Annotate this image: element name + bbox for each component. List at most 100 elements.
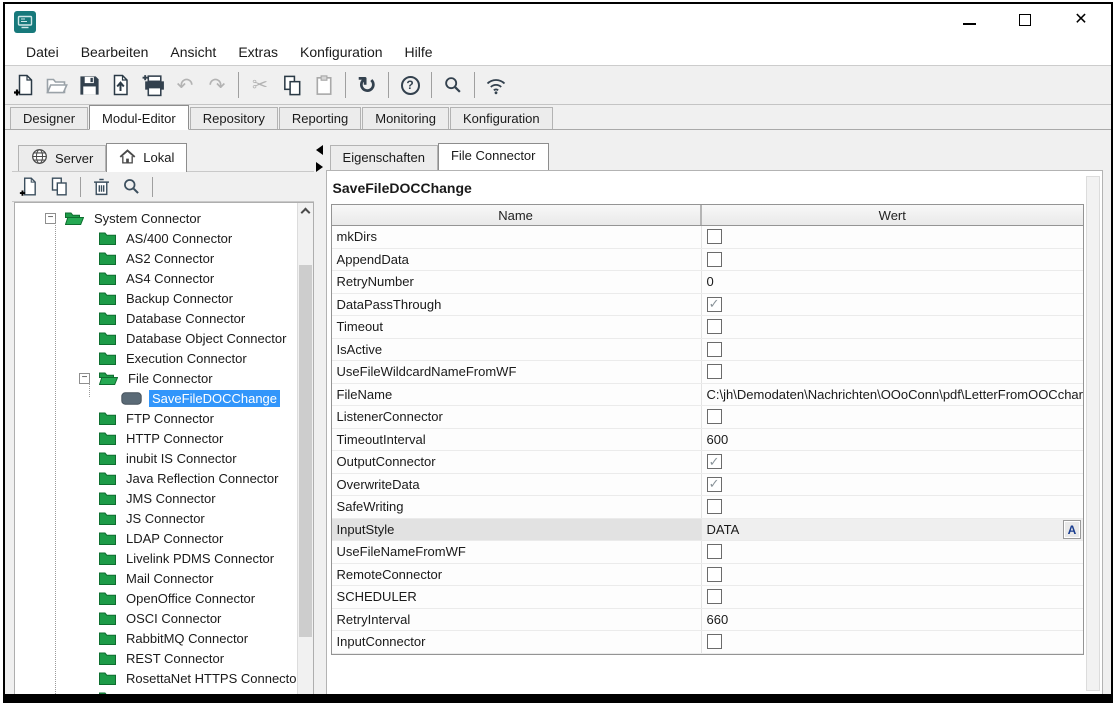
checkbox-unchecked-icon[interactable]	[707, 544, 722, 559]
property-row-mkdirs[interactable]: mkDirs	[332, 226, 1083, 249]
undo-icon[interactable]: ↶	[170, 70, 200, 100]
property-row-scheduler[interactable]: SCHEDULER	[332, 586, 1083, 609]
checkbox-unchecked-icon[interactable]	[707, 567, 722, 582]
delete-trash-icon[interactable]	[88, 174, 115, 200]
tree-item-as-400-connector[interactable]: AS/400 Connector	[15, 228, 297, 248]
checkbox-checked-icon[interactable]: ✓	[707, 297, 722, 312]
menu-bearbeiten[interactable]: Bearbeiten	[70, 41, 160, 63]
tree-item-database-object-connector[interactable]: Database Object Connector	[15, 328, 297, 348]
property-row-datapassthrough[interactable]: DataPassThrough✓	[332, 294, 1083, 317]
property-row-remoteconnector[interactable]: RemoteConnector	[332, 564, 1083, 587]
tree-item-ldap-connector[interactable]: LDAP Connector	[15, 528, 297, 548]
property-row-filename[interactable]: FileNameC:\jh\Demodaten\Nachrichten\OOoC…	[332, 384, 1083, 407]
checkbox-unchecked-icon[interactable]	[707, 342, 722, 357]
checkbox-unchecked-icon[interactable]	[707, 634, 722, 649]
property-row-listenerconnector[interactable]: ListenerConnector	[332, 406, 1083, 429]
tree-item-jms-connector[interactable]: JMS Connector	[15, 488, 297, 508]
tree-item-inubit-is-connector[interactable]: inubit IS Connector	[15, 448, 297, 468]
font-style-button[interactable]: A	[1063, 520, 1081, 539]
tree-item-backup-connector[interactable]: Backup Connector	[15, 288, 297, 308]
collapse-right-icon[interactable]	[316, 162, 323, 172]
menu-konfiguration[interactable]: Konfiguration	[289, 41, 394, 63]
tree-item-database-connector[interactable]: Database Connector	[15, 308, 297, 328]
property-row-overwritedata[interactable]: OverwriteData✓	[332, 474, 1083, 497]
tree-item-as2-connector[interactable]: AS2 Connector	[15, 248, 297, 268]
tree-item-savefiledocchange[interactable]: SaveFileDOCChange	[15, 388, 297, 408]
tree-item-livelink-pdms-connector[interactable]: Livelink PDMS Connector	[15, 548, 297, 568]
property-row-inputstyle[interactable]: InputStyleDATAA	[332, 519, 1083, 542]
minimize-icon[interactable]	[961, 12, 977, 28]
tab-server[interactable]: Server	[18, 145, 106, 171]
checkbox-unchecked-icon[interactable]	[707, 364, 722, 379]
panel-splitter[interactable]	[314, 130, 326, 697]
menu-extras[interactable]: Extras	[227, 41, 289, 63]
refresh-icon[interactable]: ↻	[352, 70, 382, 100]
checkbox-unchecked-icon[interactable]	[707, 252, 722, 267]
tree-item-java-reflection-connector[interactable]: Java Reflection Connector	[15, 468, 297, 488]
property-value-text[interactable]: 660	[707, 612, 729, 627]
cut-icon[interactable]: ✂	[245, 70, 275, 100]
tab-modul-editor[interactable]: Modul-Editor	[89, 105, 189, 130]
property-row-usefilenamefromwf[interactable]: UseFileNameFromWF	[332, 541, 1083, 564]
new-module-icon[interactable]	[16, 174, 43, 200]
property-row-outputconnector[interactable]: OutputConnector✓	[332, 451, 1083, 474]
menu-datei[interactable]: Datei	[15, 41, 70, 63]
property-row-appenddata[interactable]: AppendData	[332, 249, 1083, 272]
tree-item-rabbitmq-connector[interactable]: RabbitMQ Connector	[15, 628, 297, 648]
tree-item-js-connector[interactable]: JS Connector	[15, 508, 297, 528]
scroll-up-icon[interactable]	[298, 203, 313, 220]
tree-item-execution-connector[interactable]: Execution Connector	[15, 348, 297, 368]
menu-hilfe[interactable]: Hilfe	[394, 41, 444, 63]
wifi-icon[interactable]	[481, 70, 511, 100]
tab-konfiguration[interactable]: Konfiguration	[450, 107, 553, 129]
tab-lokal[interactable]: Lokal	[106, 143, 187, 172]
property-row-timeout[interactable]: Timeout	[332, 316, 1083, 339]
tab-reporting[interactable]: Reporting	[279, 107, 361, 129]
open-folder-icon[interactable]	[42, 70, 72, 100]
column-header-name[interactable]: Name	[332, 205, 702, 225]
copy-icon[interactable]	[277, 70, 307, 100]
checkbox-checked-icon[interactable]: ✓	[707, 454, 722, 469]
tree-item-ftp-connector[interactable]: FTP Connector	[15, 408, 297, 428]
close-icon[interactable]: ✕	[1073, 12, 1089, 28]
tree-item-http-connector[interactable]: HTTP Connector	[15, 428, 297, 448]
property-row-safewriting[interactable]: SafeWriting	[332, 496, 1083, 519]
help-icon[interactable]: ?	[395, 70, 425, 100]
checkbox-unchecked-icon[interactable]	[707, 589, 722, 604]
checkbox-unchecked-icon[interactable]	[707, 319, 722, 334]
checkbox-unchecked-icon[interactable]	[707, 499, 722, 514]
tree-item-file-connector[interactable]: −File Connector	[15, 368, 297, 388]
import-document-icon[interactable]	[106, 70, 136, 100]
property-row-isactive[interactable]: IsActive	[332, 339, 1083, 362]
tree-item-osci-connector[interactable]: OSCI Connector	[15, 608, 297, 628]
property-value-text[interactable]: 600	[707, 432, 729, 447]
property-row-timeoutinterval[interactable]: TimeoutInterval600	[332, 429, 1083, 452]
tree-item-openoffice-connector[interactable]: OpenOffice Connector	[15, 588, 297, 608]
checkbox-unchecked-icon[interactable]	[707, 229, 722, 244]
redo-icon[interactable]: ↷	[202, 70, 232, 100]
tab-eigenschaften[interactable]: Eigenschaften	[330, 145, 438, 170]
properties-scrollbar[interactable]	[1086, 176, 1100, 691]
print-icon[interactable]	[138, 70, 168, 100]
tree-scrollbar[interactable]	[297, 203, 313, 696]
menu-ansicht[interactable]: Ansicht	[159, 41, 227, 63]
collapse-left-icon[interactable]	[316, 145, 323, 155]
search-tree-icon[interactable]	[118, 174, 145, 200]
tab-monitoring[interactable]: Monitoring	[362, 107, 449, 129]
tree-item-rest-connector[interactable]: REST Connector	[15, 648, 297, 668]
property-row-retrynumber[interactable]: RetryNumber0	[332, 271, 1083, 294]
tab-repository[interactable]: Repository	[190, 107, 278, 129]
minus-expander-icon[interactable]: −	[79, 373, 90, 384]
checkbox-unchecked-icon[interactable]	[707, 409, 722, 424]
tab-file-connector[interactable]: File Connector	[438, 143, 549, 171]
duplicate-icon[interactable]	[46, 174, 73, 200]
property-value-text[interactable]: DATA	[707, 522, 740, 537]
scrollbar-thumb[interactable]	[299, 265, 312, 637]
column-header-wert[interactable]: Wert	[702, 205, 1083, 225]
maximize-icon[interactable]	[1017, 12, 1033, 28]
tree-item-sap-connector[interactable]: SAP Connector	[15, 688, 297, 696]
paste-icon[interactable]	[309, 70, 339, 100]
property-row-retryinterval[interactable]: RetryInterval660	[332, 609, 1083, 632]
tree-item-mail-connector[interactable]: Mail Connector	[15, 568, 297, 588]
save-icon[interactable]	[74, 70, 104, 100]
